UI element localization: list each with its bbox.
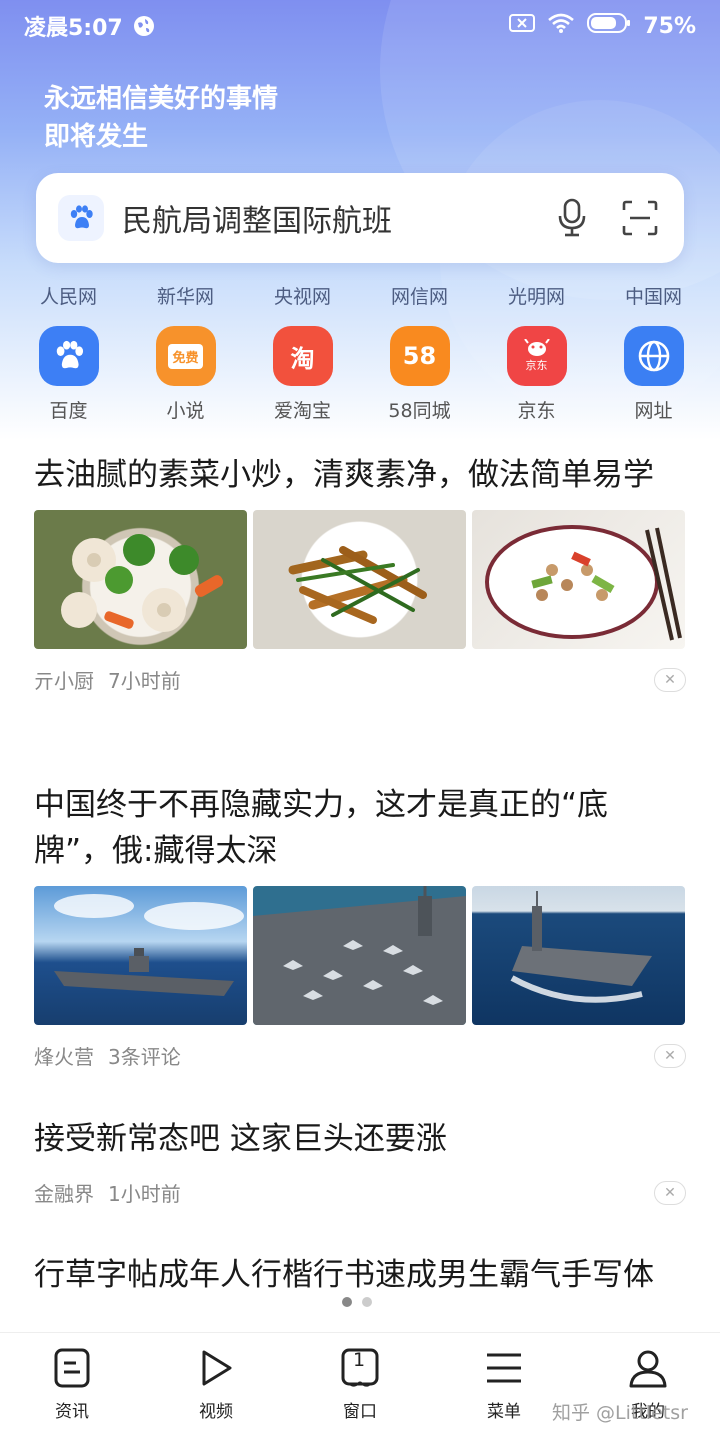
slogan-line: 永远相信美好的事情	[44, 84, 279, 114]
status-bar: 凌晨5:07 75%	[0, 0, 720, 52]
jd-badge: 京东	[525, 359, 548, 372]
shortcut-label: 58同城	[388, 400, 451, 422]
play-icon	[195, 1347, 237, 1389]
nav-window[interactable]: 1 窗口	[288, 1333, 432, 1440]
article-source: 亓小厨	[34, 669, 94, 693]
feed-article[interactable]: 接受新常态吧 这家巨头还要涨 金融界 1小时前 ✕	[0, 1112, 720, 1248]
article-meta: 金融界 1小时前 ✕	[34, 1178, 686, 1207]
nav-label: 窗口	[343, 1402, 377, 1422]
nav-label: 菜单	[487, 1402, 521, 1422]
search-box[interactable]: 民航局调整国际航班	[36, 173, 684, 263]
site-link[interactable]: 中国网	[595, 282, 712, 314]
shortcut-taobao[interactable]: 淘 爱淘宝	[244, 326, 361, 426]
window-icon: 1	[339, 1347, 381, 1389]
search-hot-query[interactable]: 民航局调整国际航班	[122, 196, 526, 240]
article-image[interactable]	[472, 510, 685, 649]
shortcut-urls[interactable]: 网址	[595, 326, 712, 426]
shortcut-baidu[interactable]: 百度	[10, 326, 127, 426]
shortcut-label: 京东	[517, 400, 556, 422]
novel-icon: 免费	[155, 326, 216, 386]
page-dot	[342, 1297, 352, 1307]
status-time: 凌晨5:07	[24, 16, 123, 41]
window-count: 1	[352, 1349, 366, 1371]
no-sim-icon	[509, 13, 536, 39]
article-image[interactable]	[472, 886, 685, 1025]
article-image[interactable]	[34, 886, 247, 1025]
baidu-paw-icon	[58, 195, 104, 241]
article-title[interactable]: 去油腻的素菜小炒，清爽素净，做法简单易学	[34, 452, 686, 498]
news-feed: 去油腻的素菜小炒，清爽素净，做法简单易学 亓小厨 7小时前 ✕ 中国终于不再隐藏…	[0, 452, 720, 1348]
article-meta: 烽火营 3条评论 ✕	[34, 1041, 686, 1070]
scan-icon[interactable]	[618, 196, 662, 240]
shortcut-jd[interactable]: 京东 京东	[478, 326, 595, 426]
shortcut-grid: 百度 免费 小说 淘 爱淘宝 58 58同城 京东 京东 网址	[0, 326, 720, 426]
news-icon	[51, 1347, 93, 1389]
baidu-paw-icon	[38, 326, 99, 386]
site-link[interactable]: 央视网	[244, 282, 361, 314]
user-icon	[627, 1347, 669, 1389]
shortcut-label: 小说	[166, 400, 205, 422]
battery-percentage: 75%	[643, 13, 696, 39]
article-title[interactable]: 行草字帖成年人行楷行书速成男生霸气手写体	[34, 1252, 686, 1298]
site-link[interactable]: 光明网	[478, 282, 595, 314]
shortcut-label: 网址	[634, 400, 673, 422]
close-icon[interactable]: ✕	[654, 1180, 686, 1205]
article-info: 1小时前	[108, 1182, 181, 1206]
close-icon[interactable]: ✕	[654, 1043, 686, 1068]
article-images	[34, 510, 686, 649]
article-image[interactable]	[34, 510, 247, 649]
article-meta: 亓小厨 7小时前 ✕	[34, 665, 686, 694]
wifi-icon	[547, 12, 575, 40]
feed-article[interactable]: 去油腻的素菜小炒，清爽素净，做法简单易学 亓小厨 7小时前 ✕	[0, 452, 720, 782]
58-badge: 58	[402, 342, 437, 370]
site-link[interactable]: 人民网	[10, 282, 127, 314]
feed-article[interactable]: 中国终于不再隐藏实力，这才是真正的“底牌”，俄:藏得太深 烽火营 3条评论 ✕	[0, 782, 720, 1112]
article-info: 7小时前	[108, 669, 181, 693]
shortcut-58[interactable]: 58 58同城	[361, 326, 478, 426]
page-dot	[362, 1297, 372, 1307]
taobao-badge: 淘	[290, 344, 315, 373]
taobao-icon: 淘	[272, 326, 333, 386]
58-icon: 58	[389, 326, 450, 386]
article-info: 3条评论	[108, 1045, 181, 1069]
article-image[interactable]	[253, 510, 466, 649]
battery-icon	[587, 12, 631, 40]
article-title[interactable]: 接受新常态吧 这家巨头还要涨	[34, 1116, 686, 1162]
watermark: 知乎 @Littletsr	[552, 1402, 688, 1424]
microphone-icon[interactable]	[550, 196, 594, 240]
novel-badge: 免费	[168, 343, 203, 369]
shortcut-label: 百度	[49, 400, 88, 422]
nav-label: 资讯	[55, 1402, 89, 1422]
shortcut-label: 爱淘宝	[273, 400, 331, 422]
nav-video[interactable]: 视频	[144, 1333, 288, 1440]
news-site-links: 人民网 新华网 央视网 网信网 光明网 中国网	[0, 282, 720, 314]
page-indicator	[342, 1297, 372, 1307]
shortcut-novel[interactable]: 免费 小说	[127, 326, 244, 426]
close-icon[interactable]: ✕	[654, 667, 686, 692]
article-source: 金融界	[34, 1182, 94, 1206]
article-source: 烽火营	[34, 1045, 94, 1069]
site-link[interactable]: 新华网	[127, 282, 244, 314]
slogan-line: 即将发生	[44, 122, 149, 152]
site-link[interactable]: 网信网	[361, 282, 478, 314]
article-images	[34, 886, 686, 1025]
nav-label: 视频	[199, 1402, 233, 1422]
globe-icon	[133, 15, 155, 37]
slogan: 永远相信美好的事情 即将发生	[44, 80, 278, 156]
nav-news[interactable]: 资讯	[0, 1333, 144, 1440]
article-title[interactable]: 中国终于不再隐藏实力，这才是真正的“底牌”，俄:藏得太深	[34, 782, 686, 874]
menu-icon	[483, 1347, 525, 1389]
article-image[interactable]	[253, 886, 466, 1025]
jd-icon: 京东	[506, 326, 567, 386]
globe-icon	[623, 326, 684, 386]
